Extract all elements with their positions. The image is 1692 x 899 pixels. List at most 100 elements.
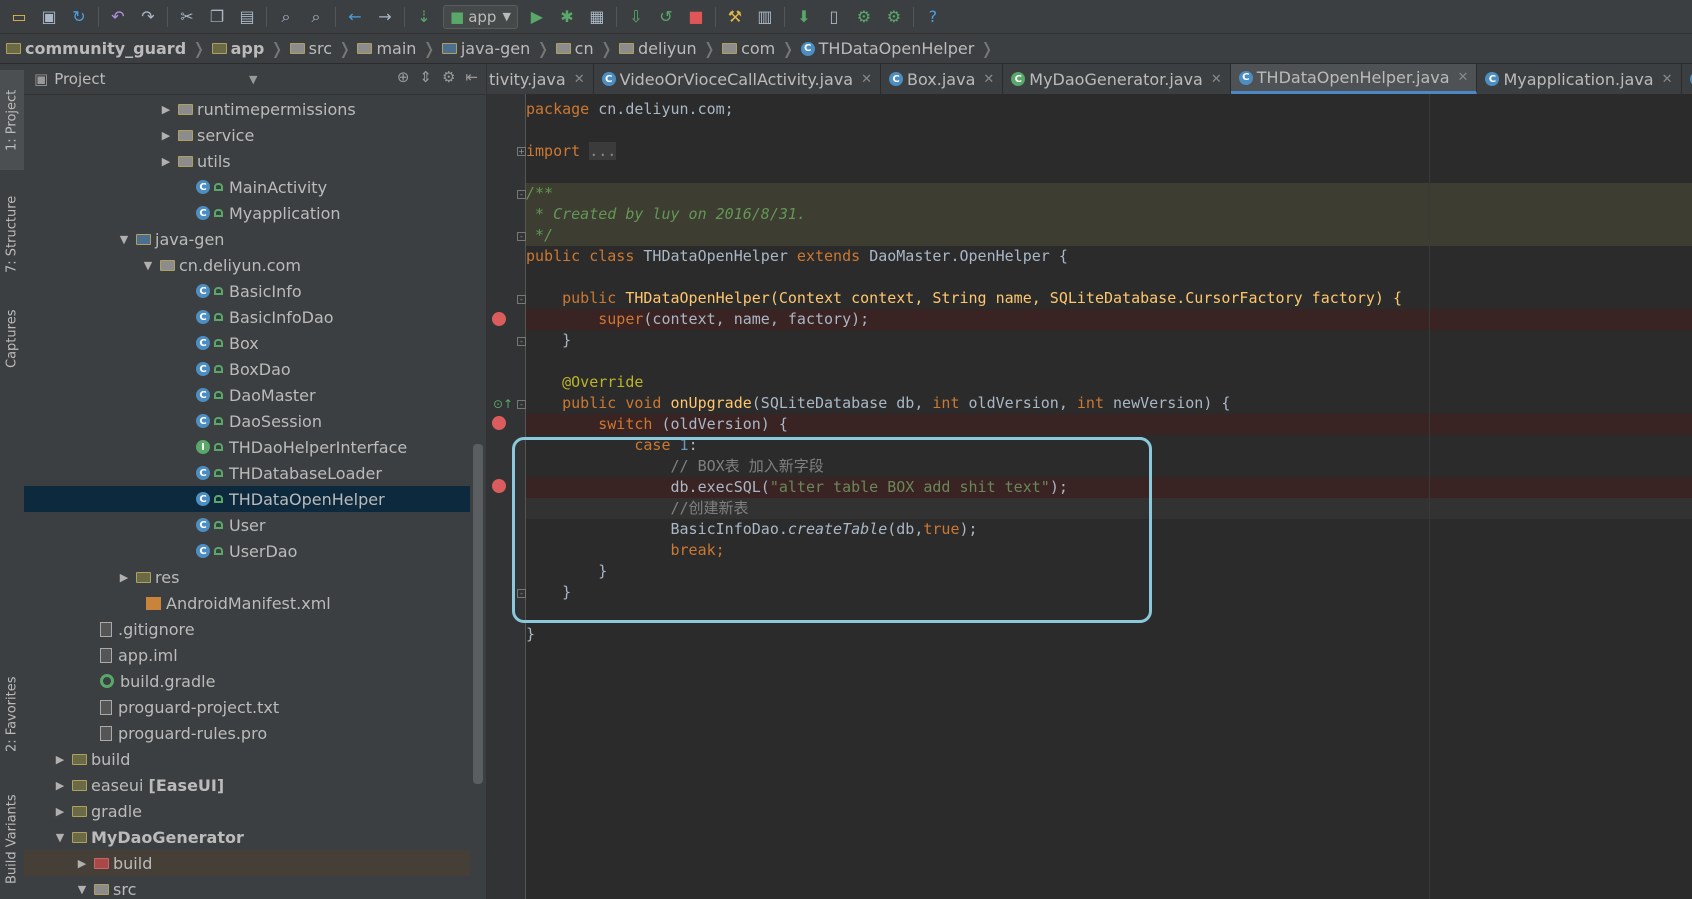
expand-arrow-icon[interactable]: ▶ — [52, 753, 68, 766]
redo-icon[interactable]: ↷ — [136, 5, 160, 29]
breadcrumb-item[interactable]: src ❭ — [289, 39, 351, 58]
breakpoint-icon[interactable] — [492, 479, 506, 493]
tree-item[interactable]: ▶ runtimepermissions — [24, 96, 470, 122]
replace-icon[interactable]: ⌕ — [304, 5, 328, 29]
back-icon[interactable]: ← — [343, 5, 367, 29]
tree-item[interactable]: C BasicInfoDao — [24, 304, 470, 330]
tree-item[interactable]: proguard-project.txt — [24, 694, 470, 720]
project-structure-icon[interactable]: ⚒ — [723, 5, 747, 29]
close-icon[interactable]: ✕ — [1211, 72, 1222, 87]
copy-icon[interactable]: ❐ — [205, 5, 229, 29]
breadcrumb-item[interactable]: main ❭ — [357, 39, 436, 58]
tab-favorites[interactable]: 2: Favorites — [0, 664, 24, 764]
fold-marker-icon[interactable]: - — [517, 190, 526, 199]
tree-item[interactable]: ▼ src — [24, 876, 470, 899]
paste-icon[interactable]: ▤ — [235, 5, 259, 29]
help-icon[interactable]: ? — [921, 5, 945, 29]
fold-marker-icon[interactable]: + — [517, 147, 526, 156]
tab-editor[interactable]: tivity.java ✕ — [487, 64, 594, 94]
sdk-manager-icon[interactable]: ▥ — [753, 5, 777, 29]
breadcrumb-item[interactable]: deliyun ❭ — [619, 39, 716, 58]
close-icon[interactable]: ✕ — [1458, 70, 1469, 85]
rerun-icon[interactable]: ↺ — [654, 5, 678, 29]
breadcrumb-item[interactable]: java-gen ❭ — [441, 39, 550, 58]
stop-icon[interactable]: ■ — [684, 5, 708, 29]
tree-item[interactable]: I THDaoHelperInterface — [24, 434, 470, 460]
run-icon[interactable]: ▶ — [525, 5, 549, 29]
apply-changes-icon[interactable]: ⇩ — [624, 5, 648, 29]
android-monitor-icon[interactable]: ⚙ — [852, 5, 876, 29]
tree-item[interactable]: ▶ utils — [24, 148, 470, 174]
breadcrumb-item[interactable]: com ❭ — [722, 39, 795, 58]
collapse-arrow-icon[interactable]: ▼ — [52, 831, 68, 844]
tab-project[interactable]: 1: Project — [0, 70, 24, 170]
tab-editor-active[interactable]: C THDataOpenHelper.java ✕ — [1230, 64, 1478, 94]
tree-item[interactable]: C MainActivity — [24, 174, 470, 200]
tree-item[interactable]: AndroidManifest.xml — [24, 590, 470, 616]
fold-marker-icon[interactable]: - — [517, 337, 526, 346]
tree-item[interactable]: .gitignore — [24, 616, 470, 642]
tree-item[interactable]: C UserDao — [24, 538, 470, 564]
android-device-icon[interactable]: ⚙ — [882, 5, 906, 29]
tab-captures[interactable]: Captures — [0, 296, 24, 382]
chevron-down-icon[interactable]: ▼ — [249, 73, 257, 86]
gradle-sync-icon[interactable]: ⬇ — [792, 5, 816, 29]
tree-item[interactable]: ▶ build — [24, 746, 470, 772]
tab-editor[interactable]: C Myapplication.java ✕ — [1477, 64, 1682, 94]
breadcrumb-item[interactable]: app ❭ — [211, 39, 284, 58]
collapse-all-icon[interactable]: ⇕ — [419, 68, 432, 86]
tab-build-variants[interactable]: Build Variants — [0, 784, 24, 894]
tree-item[interactable]: proguard-rules.pro — [24, 720, 470, 746]
forward-icon[interactable]: → — [373, 5, 397, 29]
tree-item[interactable]: ▶ build — [24, 850, 470, 876]
expand-arrow-icon[interactable]: ▶ — [52, 779, 68, 792]
breakpoint-icon[interactable] — [492, 312, 506, 326]
tree-item[interactable]: ▶ service — [24, 122, 470, 148]
project-panel-title[interactable]: Project — [54, 70, 105, 88]
collapse-arrow-icon[interactable]: ▼ — [74, 883, 90, 896]
tab-editor[interactable]: CDa — [1682, 64, 1692, 94]
find-icon[interactable]: ⌕ — [274, 5, 298, 29]
breadcrumb-item[interactable]: community_guard ❭ — [6, 39, 206, 58]
close-icon[interactable]: ✕ — [574, 72, 585, 87]
avd-manager-icon[interactable]: ▯ — [822, 5, 846, 29]
fold-marker-icon[interactable]: - — [517, 232, 526, 241]
attach-debugger-icon[interactable]: ▦ — [585, 5, 609, 29]
make-project-icon[interactable]: ⇣ — [412, 5, 436, 29]
tree-item[interactable]: ▶ easeui [EaseUI] — [24, 772, 470, 798]
tree-scrollbar[interactable] — [473, 444, 483, 784]
locate-icon[interactable]: ⊕ — [397, 68, 410, 86]
fold-marker-icon[interactable]: - — [517, 295, 526, 304]
tab-editor[interactable]: C VideoOrVioceCallActivity.java ✕ — [594, 64, 882, 94]
tree-item[interactable]: C DaoSession — [24, 408, 470, 434]
tab-editor[interactable]: C MyDaoGenerator.java ✕ — [1003, 64, 1231, 94]
tab-editor[interactable]: C Box.java ✕ — [881, 64, 1004, 94]
expand-arrow-icon[interactable]: ▶ — [116, 571, 132, 584]
close-icon[interactable]: ✕ — [861, 72, 872, 87]
tree-item[interactable]: build.gradle — [24, 668, 470, 694]
tree-item[interactable]: ▼ java-gen — [24, 226, 470, 252]
tree-item[interactable]: app.iml — [24, 642, 470, 668]
collapse-arrow-icon[interactable]: ▼ — [116, 233, 132, 246]
tree-item[interactable]: ▶ res — [24, 564, 470, 590]
expand-arrow-icon[interactable]: ▶ — [158, 155, 174, 168]
undo-icon[interactable]: ↶ — [106, 5, 130, 29]
gear-icon[interactable]: ⚙ — [442, 68, 455, 86]
tree-item[interactable]: C User — [24, 512, 470, 538]
tree-item[interactable]: C BasicInfo — [24, 278, 470, 304]
tab-structure[interactable]: 7: Structure — [0, 184, 24, 284]
run-config-select[interactable]: ■ app ▼ — [443, 4, 518, 29]
expand-arrow-icon[interactable]: ▶ — [52, 805, 68, 818]
tree-item[interactable]: C BoxDao — [24, 356, 470, 382]
tree-item[interactable]: ▶ gradle — [24, 798, 470, 824]
tree-item[interactable]: ▼ cn.deliyun.com — [24, 252, 470, 278]
override-marker-icon[interactable]: ⊙↑ — [493, 397, 513, 411]
cut-icon[interactable]: ✂ — [175, 5, 199, 29]
hide-panel-icon[interactable]: ⇤ — [465, 68, 478, 86]
tree-item[interactable]: C Box — [24, 330, 470, 356]
collapse-arrow-icon[interactable]: ▼ — [140, 259, 156, 272]
tree-item[interactable]: C DaoMaster — [24, 382, 470, 408]
tree-item[interactable]: C Myapplication — [24, 200, 470, 226]
fold-marker-icon[interactable]: - — [517, 400, 526, 409]
breakpoint-icon[interactable] — [492, 416, 506, 430]
